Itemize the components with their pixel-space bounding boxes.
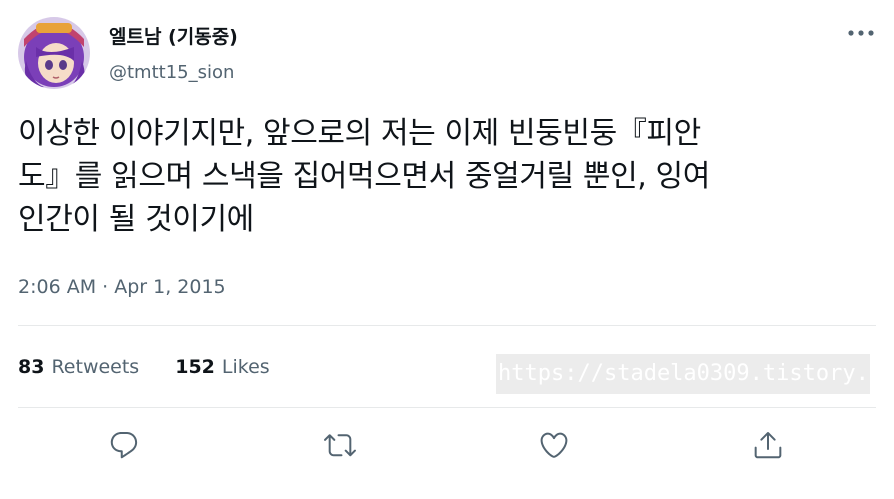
retweets-count: 83 bbox=[18, 356, 45, 378]
tweet-text-line: 도』를 읽으며 스낵을 집어먹으면서 중얼거릴 뿐인, 잉여 bbox=[18, 159, 710, 194]
reply-button[interactable] bbox=[105, 426, 143, 464]
retweets-label: Retweets bbox=[51, 356, 140, 378]
divider bbox=[18, 325, 876, 326]
divider bbox=[18, 407, 876, 408]
likes-stat[interactable]: 152 Likes bbox=[175, 355, 269, 379]
share-button[interactable] bbox=[749, 426, 787, 464]
more-options-button[interactable] bbox=[844, 22, 878, 44]
avatar-anime-character-icon bbox=[18, 17, 90, 89]
share-icon bbox=[754, 432, 782, 459]
tweet-timestamp[interactable]: 2:06 AM · Apr 1, 2015 bbox=[18, 275, 226, 299]
tweet-actions-bar bbox=[0, 420, 894, 470]
likes-count: 152 bbox=[175, 356, 215, 378]
retweet-icon bbox=[324, 434, 356, 457]
retweets-stat[interactable]: 83 Retweets bbox=[18, 355, 139, 379]
more-icon bbox=[848, 30, 874, 36]
comment-icon bbox=[110, 431, 138, 459]
heart-icon bbox=[540, 432, 568, 458]
author-display-name[interactable]: 엘트남 (기동중) bbox=[109, 25, 238, 49]
likes-label: Likes bbox=[221, 356, 270, 378]
tweet-text: 이상한 이야기지만, 앞으로의 저는 이제 빈둥빈둥『피안 도』를 읽으며 스낵… bbox=[18, 112, 878, 241]
like-button[interactable] bbox=[535, 426, 573, 464]
tweet-text-line: 인간이 될 것이기에 bbox=[18, 202, 254, 237]
tweet-text-line: 이상한 이야기지만, 앞으로의 저는 이제 빈둥빈둥『피안 bbox=[18, 116, 701, 151]
watermark-url: https://stadela0309.tistory.com bbox=[496, 354, 870, 394]
engagement-stats: 83 Retweets 152 Likes bbox=[18, 355, 270, 379]
avatar[interactable] bbox=[18, 17, 90, 89]
author-handle[interactable]: @tmtt15_sion bbox=[109, 62, 234, 84]
retweet-button[interactable] bbox=[321, 426, 359, 464]
